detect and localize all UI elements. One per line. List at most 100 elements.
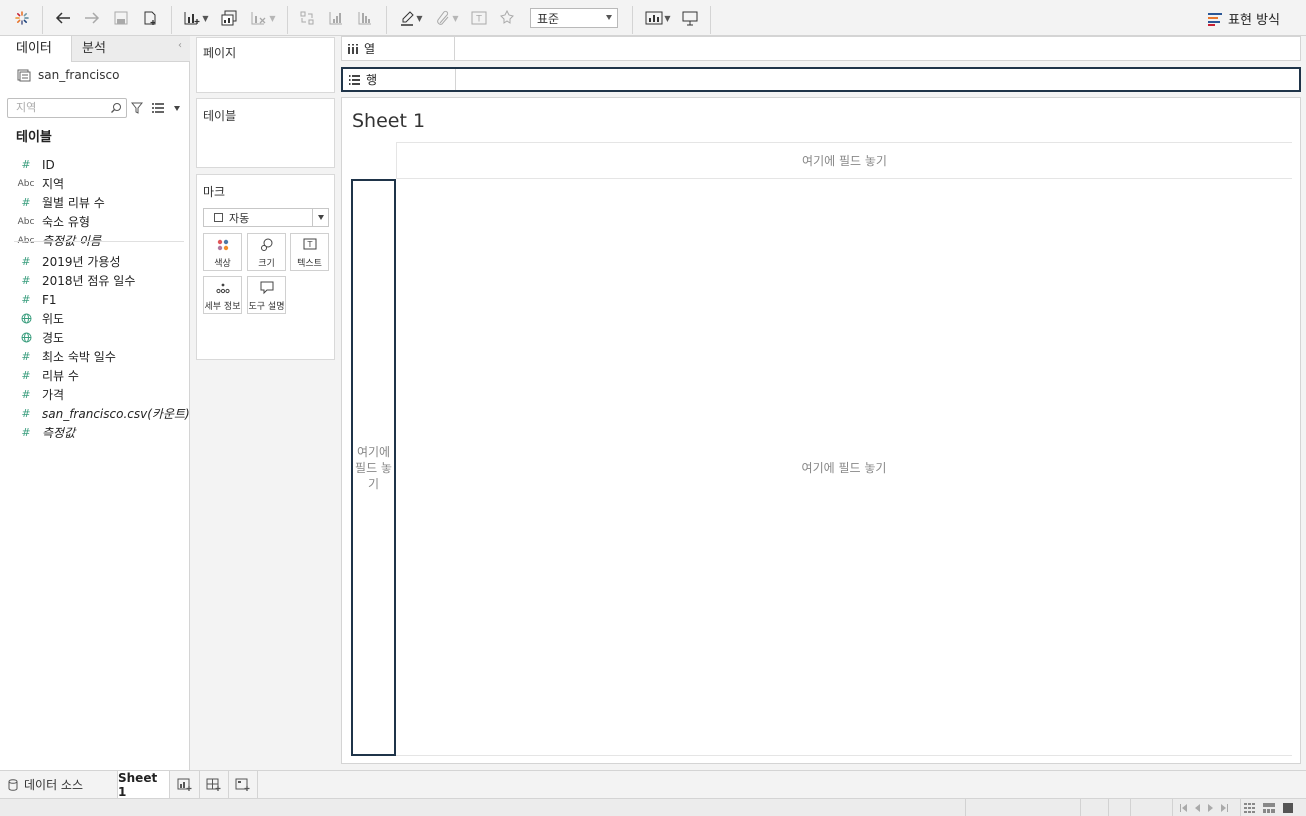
field-name: 2019년 가용성 [42, 255, 121, 269]
field-name: 숙소 유형 [42, 215, 90, 229]
rows-icon [349, 74, 360, 85]
field-name: 최소 숙박 일수 [42, 350, 116, 364]
field-name: 측정값 [42, 426, 76, 440]
field-name: 위도 [42, 312, 65, 326]
new-worksheet-tab[interactable] [171, 771, 200, 798]
number-type-icon: # [21, 196, 31, 209]
duplicate-sheet-icon[interactable] [218, 6, 240, 30]
undo-icon[interactable] [51, 6, 75, 30]
redo-icon[interactable] [80, 6, 104, 30]
tabs-view-icon[interactable] [1283, 803, 1293, 813]
new-dashboard-icon [206, 778, 221, 791]
number-type-icon: # [21, 293, 31, 306]
sort-ascending-icon[interactable] [325, 6, 347, 30]
tableau-logo-icon[interactable] [10, 6, 34, 30]
columns-shelf[interactable]: 열 [341, 36, 1301, 61]
field-item[interactable]: #2018년 점유 일수 [0, 271, 190, 290]
field-item[interactable]: # ID [0, 155, 190, 174]
number-type-icon: # [21, 350, 31, 363]
mark-type-select[interactable]: 자동 [203, 208, 329, 227]
size-button[interactable]: 크기 [247, 233, 286, 271]
new-story-icon [235, 778, 250, 791]
color-button[interactable]: 색상 [203, 233, 242, 271]
field-item[interactable]: Abc 지역 [0, 174, 190, 193]
field-item[interactable]: Abc 숙소 유형 [0, 212, 190, 231]
field-name: 2018년 점유 일수 [42, 274, 136, 288]
clear-sheet-icon[interactable]: ▼ [246, 6, 280, 30]
show-cards-icon[interactable]: ▼ [642, 6, 674, 30]
field-item[interactable]: # 측정값 [0, 423, 190, 442]
pages-card[interactable]: 페이지 [196, 37, 335, 93]
filter-icon[interactable] [131, 102, 143, 114]
group-members-icon[interactable]: ▼ [432, 6, 462, 30]
data-source-icon [17, 69, 31, 82]
number-type-icon: # [21, 369, 31, 382]
view-drop-zone[interactable]: 여기에 필드 놓기 [396, 179, 1292, 756]
tab-data[interactable]: 데이터 [0, 36, 72, 62]
data-pane: 데이터 분석 ‹ san_francisco 지역 테이블 # ID Abc 지역 # 월… [0, 36, 190, 770]
field-search-input[interactable]: 지역 [7, 98, 127, 118]
sort-descending-icon[interactable] [354, 6, 376, 30]
number-type-icon: # [21, 426, 31, 439]
field-name: 월별 리뷰 수 [42, 196, 105, 210]
status-bar [0, 798, 1306, 816]
search-icon [111, 103, 121, 113]
number-type-icon: # [21, 255, 31, 268]
field-item[interactable]: 위도 [0, 309, 190, 328]
field-item[interactable]: # F1 [0, 290, 190, 309]
new-worksheet-icon[interactable]: ▼ [180, 6, 212, 30]
filters-card[interactable]: 테이블 [196, 98, 335, 168]
string-type-icon: Abc [17, 216, 35, 227]
size-icon [260, 238, 272, 251]
presentation-mode-icon[interactable] [679, 6, 701, 30]
field-item[interactable]: # 월별 리뷰 수 [0, 193, 190, 212]
field-name: 리뷰 수 [42, 369, 79, 383]
field-item[interactable]: #2019년 가용성 [0, 252, 190, 271]
row-drop-zone[interactable]: 여기에 필드 놓기 [351, 179, 396, 756]
new-story-tab[interactable] [229, 771, 258, 798]
sheet-sorter-icon[interactable] [1263, 803, 1275, 813]
number-type-icon: # [21, 388, 31, 401]
sheet-navigation-icon[interactable] [1180, 803, 1234, 813]
save-icon[interactable] [110, 6, 132, 30]
number-type-icon: # [21, 158, 31, 171]
swap-rows-columns-icon[interactable] [296, 6, 318, 30]
field-item[interactable]: # 최소 숙박 일수 [0, 347, 190, 366]
rows-shelf[interactable]: 행 [341, 67, 1301, 92]
new-dashboard-tab[interactable] [200, 771, 229, 798]
data-source-tab[interactable]: 데이터 소스 [0, 771, 118, 798]
number-type-icon: # [21, 407, 31, 420]
fit-select[interactable]: 표준 [530, 8, 618, 28]
sheet-title[interactable]: Sheet 1 [352, 110, 425, 132]
fix-axes-pin-icon[interactable] [496, 6, 518, 30]
number-type-icon: # [21, 274, 31, 287]
sheet-canvas: Sheet 1 여기에 필드 놓기 여기에 필드 놓기 여기에 필드 놓기 [341, 97, 1301, 764]
globe-icon [0, 332, 42, 343]
label-button[interactable]: T 텍스트 [290, 233, 329, 271]
tooltip-button[interactable]: 도구 설명 [247, 276, 286, 314]
filmstrip-view-icon[interactable] [1244, 803, 1256, 813]
columns-icon [348, 43, 358, 54]
new-worksheet-tab-icon [177, 778, 192, 791]
field-item[interactable]: # san_francisco.csv(카운트) [0, 404, 190, 423]
column-drop-zone[interactable]: 여기에 필드 놓기 [396, 142, 1292, 179]
tab-analysis[interactable]: 분석 [72, 36, 190, 62]
new-data-source-icon[interactable] [139, 6, 161, 30]
detail-button[interactable]: 세부 정보 [203, 276, 242, 314]
toolbar: ▼ ▼ ▼ ▼ T 표준 ▼ 표현 방식 [0, 0, 1306, 36]
filters-card-title: 테이블 [203, 109, 237, 123]
show-mark-labels-icon[interactable]: T [468, 6, 490, 30]
field-item[interactable]: # 리뷰 수 [0, 366, 190, 385]
field-item[interactable]: # 가격 [0, 385, 190, 404]
tab-sheet-1[interactable]: Sheet 1 [118, 771, 170, 799]
field-name: 가격 [42, 388, 65, 402]
view-options-icon[interactable] [152, 103, 180, 113]
show-me-button[interactable]: 표현 방식 [1208, 9, 1280, 28]
field-item[interactable]: 경도 [0, 328, 190, 347]
tables-heading: 테이블 [16, 130, 52, 145]
collapse-pane-icon[interactable]: ‹ [178, 40, 182, 51]
data-source-item[interactable]: san_francisco [17, 68, 119, 82]
sheet-tab-bar: 데이터 소스 Sheet 1 [0, 770, 1306, 799]
highlight-icon[interactable]: ▼ [396, 6, 426, 30]
rows-shelf-label: 행 [366, 73, 378, 87]
